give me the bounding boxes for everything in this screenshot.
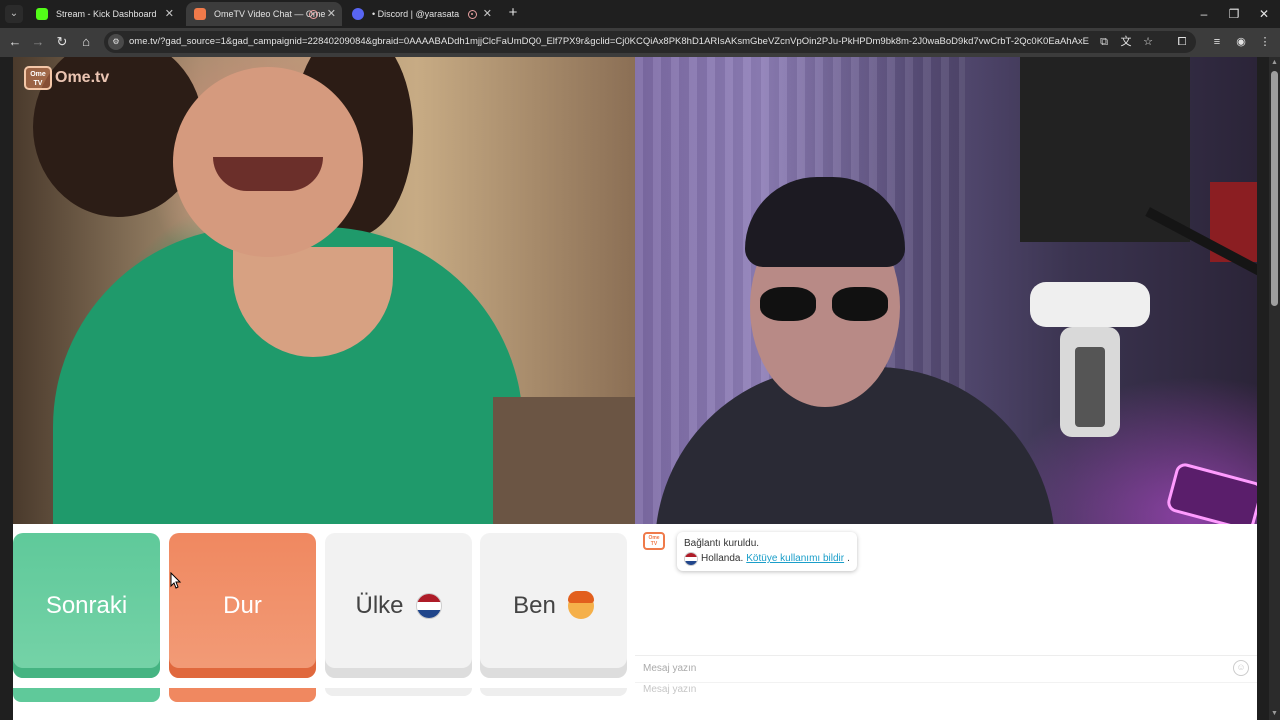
message-input[interactable]: Mesaj yazın ☺ bbox=[635, 655, 1257, 680]
browser-tab-strip: ⌄ Stream - Kick Dashboard ✕ OmeTV Video … bbox=[0, 0, 1280, 28]
me-button-label: Ben bbox=[513, 591, 556, 619]
ometv-favicon-icon bbox=[194, 8, 206, 20]
me-button-shadow bbox=[480, 688, 627, 696]
browser-toolbar: ← → ↻ ⌂ ⚙ ome.tv/?gad_source=1&gad_campa… bbox=[0, 28, 1280, 57]
boy-emoji-icon bbox=[567, 590, 594, 619]
country-filter-button[interactable]: Ülke bbox=[325, 533, 472, 678]
url-text[interactable]: ome.tv/?gad_source=1&gad_campaignid=2284… bbox=[129, 31, 1089, 53]
address-bar[interactable]: ⚙ ome.tv/?gad_source=1&gad_campaignid=22… bbox=[104, 31, 1196, 53]
translate-icon[interactable]: 文 bbox=[1118, 34, 1134, 50]
partner-country-text: Hollanda. bbox=[701, 553, 744, 564]
country-button-label: Ülke bbox=[355, 591, 404, 619]
recording-indicator-icon bbox=[309, 10, 318, 19]
next-button-shadow bbox=[13, 688, 160, 702]
install-app-icon[interactable]: ⧉ bbox=[1096, 34, 1112, 50]
report-abuse-link[interactable]: Kötüye kullanımı bildir bbox=[746, 551, 844, 566]
page-scrollbar[interactable]: ▲ ▼ bbox=[1269, 57, 1280, 720]
connection-status-text: Bağlantı kuruldu. bbox=[684, 538, 760, 549]
stop-button-label: Dur bbox=[223, 591, 262, 619]
browser-menu-icon[interactable]: ⋮ bbox=[1257, 34, 1273, 50]
kick-favicon-icon bbox=[36, 8, 48, 20]
ometv-logo-icon: Ome TV bbox=[24, 66, 52, 90]
chat-panel: Ome TV Bağlantı kuruldu. Hollanda. Kötüy… bbox=[635, 524, 1257, 720]
discord-favicon-icon bbox=[352, 8, 364, 20]
stop-button-shadow bbox=[169, 688, 316, 702]
extensions-puzzle-icon[interactable]: ⧠ bbox=[1174, 34, 1190, 50]
self-video bbox=[635, 57, 1257, 524]
netherlands-flag-icon bbox=[415, 592, 442, 619]
message-input-placeholder-2: Mesaj yazın bbox=[643, 684, 697, 695]
back-arrow-icon[interactable]: ← bbox=[6, 33, 24, 51]
close-tab-icon[interactable]: ✕ bbox=[327, 2, 336, 26]
tab-kick-dashboard[interactable]: Stream - Kick Dashboard ✕ bbox=[28, 2, 180, 26]
reload-icon[interactable]: ↻ bbox=[53, 33, 71, 51]
netherlands-flag-icon bbox=[684, 551, 698, 566]
scroll-down-arrow-icon[interactable]: ▼ bbox=[1269, 708, 1280, 720]
ometv-chat-avatar-icon: Ome TV bbox=[643, 532, 665, 550]
close-tab-icon[interactable]: ✕ bbox=[165, 2, 174, 26]
message-input-duplicate: Mesaj yazın bbox=[635, 682, 1257, 702]
gender-self-button[interactable]: Ben bbox=[480, 533, 627, 678]
sunglasses bbox=[760, 287, 890, 323]
stranger-video: Ome TV Ome.tv bbox=[13, 57, 635, 524]
close-tab-icon[interactable]: ✕ bbox=[483, 2, 492, 26]
site-info-icon[interactable]: ⚙ bbox=[108, 34, 124, 50]
next-button-label: Sonraki bbox=[45, 591, 128, 619]
tab-discord[interactable]: • Discord | @yarasata ✕ bbox=[344, 2, 498, 26]
recording-indicator-icon bbox=[468, 10, 477, 19]
stop-button[interactable]: Dur bbox=[169, 533, 316, 678]
media-controls-icon[interactable]: ≡ bbox=[1209, 34, 1225, 50]
system-message: Bağlantı kuruldu. Hollanda. Kötüye kulla… bbox=[677, 532, 857, 571]
tab-ometv[interactable]: OmeTV Video Chat — Ome ✕ bbox=[186, 2, 342, 26]
close-window-icon[interactable]: ✕ bbox=[1252, 5, 1276, 23]
forward-arrow-icon[interactable]: → bbox=[29, 33, 47, 51]
bookmark-star-icon[interactable]: ☆ bbox=[1140, 34, 1156, 50]
tab-title: Stream - Kick Dashboard bbox=[56, 9, 157, 19]
new-tab-button[interactable]: + bbox=[504, 4, 522, 22]
mouse-cursor-icon bbox=[170, 572, 182, 589]
ometv-logo-text: Ome.tv bbox=[55, 69, 110, 86]
emoji-smile-icon[interactable]: ☺ bbox=[1233, 660, 1249, 676]
viewport: Ome TV Ome.tv Sonraki Dur Ülke Ben Ome T… bbox=[0, 57, 1280, 720]
country-button-shadow bbox=[325, 688, 472, 696]
scroll-up-arrow-icon[interactable]: ▲ bbox=[1269, 57, 1280, 69]
restore-window-icon[interactable]: ❐ bbox=[1222, 5, 1246, 23]
scrollbar-thumb[interactable] bbox=[1271, 71, 1278, 306]
tab-title: • Discord | @yarasata bbox=[372, 9, 460, 19]
next-button[interactable]: Sonraki bbox=[13, 533, 160, 678]
microphone bbox=[1030, 282, 1150, 327]
tab-search-chevron-icon[interactable]: ⌄ bbox=[5, 5, 23, 23]
minimize-window-icon[interactable]: – bbox=[1192, 5, 1216, 23]
report-suffix: . bbox=[847, 553, 850, 564]
home-icon[interactable]: ⌂ bbox=[77, 33, 95, 51]
ometv-logo: Ome TV Ome.tv bbox=[24, 65, 109, 91]
ometv-page: Ome TV Ome.tv Sonraki Dur Ülke Ben Ome T… bbox=[13, 57, 1257, 720]
message-input-placeholder: Mesaj yazın bbox=[643, 663, 697, 674]
profile-avatar-icon[interactable]: ◉ bbox=[1233, 34, 1249, 50]
